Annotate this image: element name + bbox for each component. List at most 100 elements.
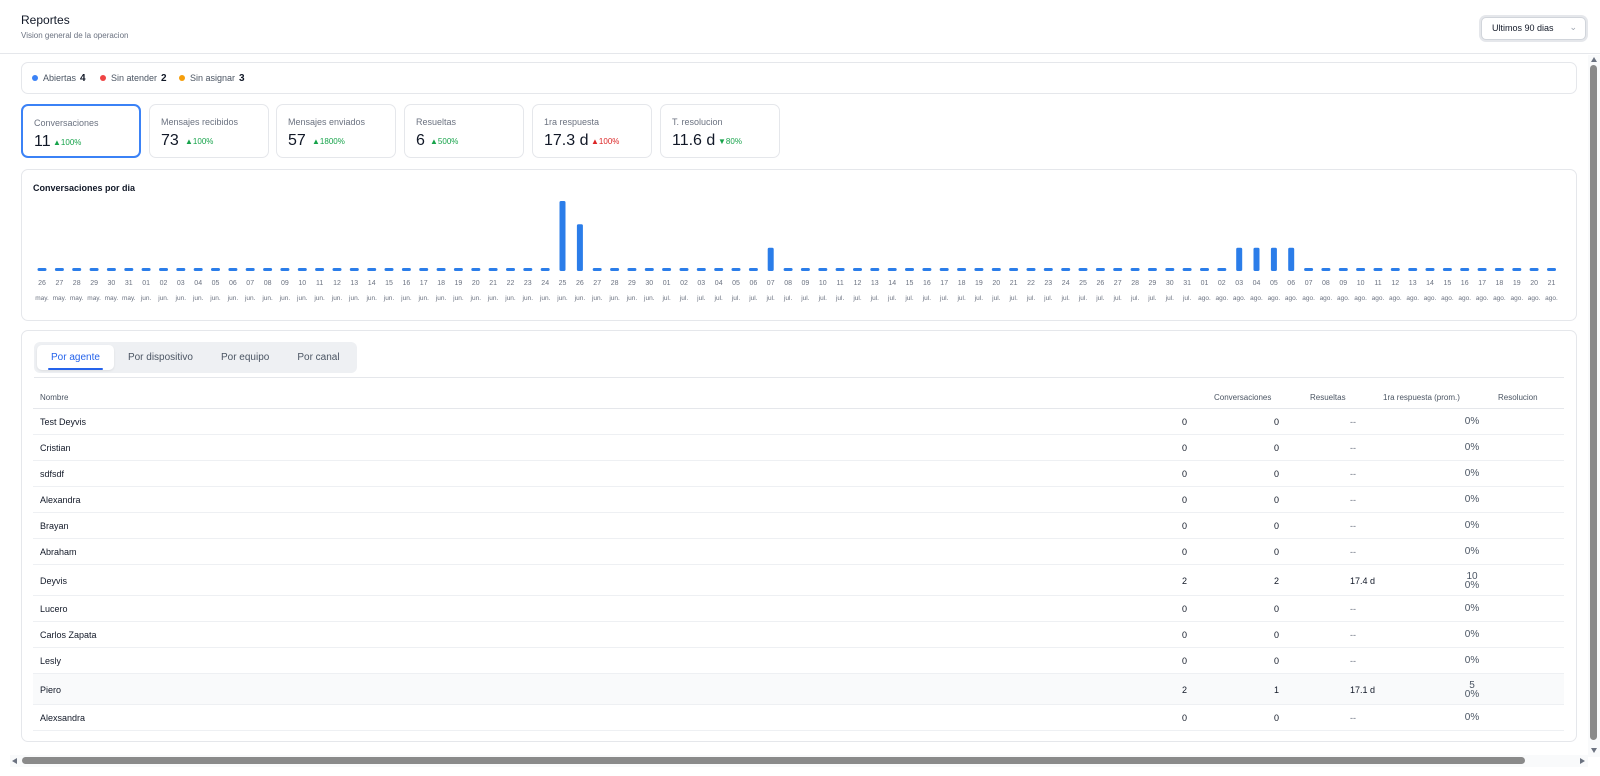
table-row[interactable]: Cristian 0 0 -- 0% xyxy=(33,435,1564,461)
chart-bar[interactable] xyxy=(1113,268,1123,271)
chart-bar[interactable] xyxy=(1165,268,1175,271)
chart-bar[interactable] xyxy=(767,247,774,271)
date-range-select[interactable]: Ultimos 90 dias ⌄ xyxy=(1481,17,1586,40)
chart-bar[interactable] xyxy=(939,268,949,271)
table-row[interactable]: Brayan 0 0 -- 0% xyxy=(33,513,1564,539)
table-row[interactable]: Carlos Zapata 0 0 -- 0% xyxy=(33,622,1564,648)
chart-bar[interactable] xyxy=(644,268,654,271)
chart-bar[interactable] xyxy=(627,268,637,271)
table-row[interactable]: Piero 2 1 17.1 d 5 0% xyxy=(33,674,1564,705)
chart-bar[interactable] xyxy=(731,268,741,271)
chart-bar[interactable] xyxy=(124,268,134,271)
chart-bar[interactable] xyxy=(1547,268,1556,271)
chart-bar[interactable] xyxy=(1529,268,1539,271)
chart-bar[interactable] xyxy=(1494,268,1504,271)
chart-bar[interactable] xyxy=(783,268,793,271)
chart-bar[interactable] xyxy=(211,268,220,271)
tab-por-canal[interactable]: Por canal xyxy=(283,345,353,370)
chart-bar[interactable] xyxy=(367,268,377,271)
chart-bar[interactable] xyxy=(297,268,307,271)
horizontal-scrollbar[interactable] xyxy=(10,755,1588,767)
chart-bar[interactable] xyxy=(1460,268,1470,271)
chart-bar[interactable] xyxy=(1477,268,1487,271)
chart-bar[interactable] xyxy=(1078,268,1088,271)
scroll-right-icon[interactable] xyxy=(1580,758,1585,764)
chart-bar[interactable] xyxy=(991,268,1001,271)
chart-bar[interactable] xyxy=(89,268,99,271)
chart-bar[interactable] xyxy=(800,268,810,271)
chart-bar[interactable] xyxy=(887,268,897,271)
vertical-scrollbar[interactable] xyxy=(1588,55,1600,757)
chart-bar[interactable] xyxy=(1253,247,1260,271)
chart-bar[interactable] xyxy=(870,268,880,271)
chart-bar[interactable] xyxy=(349,268,359,271)
chart-bar[interactable] xyxy=(1373,268,1383,271)
chart-bar[interactable] xyxy=(835,268,845,271)
chart-bar[interactable] xyxy=(106,268,116,271)
chart-bar[interactable] xyxy=(974,268,984,271)
chart-bar[interactable] xyxy=(1217,268,1227,271)
kpi-card-resolved[interactable]: Resueltas 6 ▲500% xyxy=(404,104,524,158)
scroll-left-icon[interactable] xyxy=(12,758,17,764)
chart-bar[interactable] xyxy=(1200,268,1209,271)
chart-bar[interactable] xyxy=(1408,268,1418,271)
chart-bar[interactable] xyxy=(263,268,273,271)
chart-bar[interactable] xyxy=(1095,268,1105,271)
chart-bar[interactable] xyxy=(419,268,429,271)
table-row[interactable]: Lucero 0 0 -- 0% xyxy=(33,596,1564,622)
chart-bar[interactable] xyxy=(54,268,64,271)
kpi-card-messages-received[interactable]: Mensajes recibidos 73 ▲100% xyxy=(149,104,269,158)
chart-bar[interactable] xyxy=(853,268,862,271)
chart-bar[interactable] xyxy=(176,268,186,271)
chart-bar[interactable] xyxy=(696,268,706,271)
chart-bar[interactable] xyxy=(748,268,758,271)
chart-bar[interactable] xyxy=(1026,268,1036,271)
chart-bar[interactable] xyxy=(1009,268,1019,271)
chart-bar[interactable] xyxy=(245,268,255,271)
chart-bar[interactable] xyxy=(193,268,203,271)
chart-bar[interactable] xyxy=(1356,268,1366,271)
table-row[interactable]: Lesly 0 0 -- 0% xyxy=(33,648,1564,674)
chart-bar[interactable] xyxy=(280,268,290,271)
kpi-card-first-response[interactable]: 1ra respuesta 17.3 d ▲100% xyxy=(532,104,652,158)
chart-bar[interactable] xyxy=(488,268,498,271)
chart-bar[interactable] xyxy=(559,201,566,271)
chart-bar[interactable] xyxy=(1390,268,1400,271)
tab-por-equipo[interactable]: Por equipo xyxy=(207,345,283,370)
vertical-scroll-thumb[interactable] xyxy=(1590,65,1597,740)
chart-bar[interactable] xyxy=(506,268,515,271)
chart-bar[interactable] xyxy=(453,268,463,271)
chart-bar[interactable] xyxy=(1442,268,1452,271)
chart-bar[interactable] xyxy=(1512,268,1522,271)
chart-bar[interactable] xyxy=(1338,268,1348,271)
chart-bar[interactable] xyxy=(1061,268,1071,271)
kpi-card-conversations[interactable]: Conversaciones 11 ▲100% xyxy=(21,104,141,158)
table-row[interactable]: Abraham 0 0 -- 0% xyxy=(33,539,1564,565)
chart-bar[interactable] xyxy=(1236,247,1243,271)
table-row[interactable]: Deyvis 2 2 17.4 d 10 0% xyxy=(33,565,1564,596)
chart-bar[interactable] xyxy=(714,268,724,271)
kpi-card-messages-sent[interactable]: Mensajes enviados 57 ▲1800% xyxy=(276,104,396,158)
tab-por-agente[interactable]: Por agente xyxy=(37,345,114,370)
scroll-down-icon[interactable] xyxy=(1591,748,1597,753)
chart-bar[interactable] xyxy=(1043,268,1053,271)
chart-bar[interactable] xyxy=(922,268,932,271)
chart-bar[interactable] xyxy=(436,268,446,271)
chart-bar[interactable] xyxy=(818,268,828,271)
table-row[interactable]: Alexsandra 0 0 -- 0% xyxy=(33,705,1564,731)
chart-bar[interactable] xyxy=(1321,268,1331,271)
horizontal-scroll-thumb[interactable] xyxy=(22,757,1525,764)
kpi-card-resolution-time[interactable]: T. resolucion 11.6 d ▼80% xyxy=(660,104,780,158)
chart-bar[interactable] xyxy=(1288,247,1295,271)
chart-bar[interactable] xyxy=(610,268,620,271)
chart-bar[interactable] xyxy=(679,268,689,271)
chart-bar[interactable] xyxy=(957,268,967,271)
chart-bar[interactable] xyxy=(315,268,325,271)
table-row[interactable]: Test Deyvis 0 0 -- 0% xyxy=(33,409,1564,435)
chart-bar[interactable] xyxy=(72,268,82,271)
scroll-up-icon[interactable] xyxy=(1591,57,1597,62)
chart-bar[interactable] xyxy=(1130,268,1140,271)
chart-bar[interactable] xyxy=(1182,268,1192,271)
table-row[interactable]: sdfsdf 0 0 -- 0% xyxy=(33,461,1564,487)
chart-bar[interactable] xyxy=(384,268,394,271)
